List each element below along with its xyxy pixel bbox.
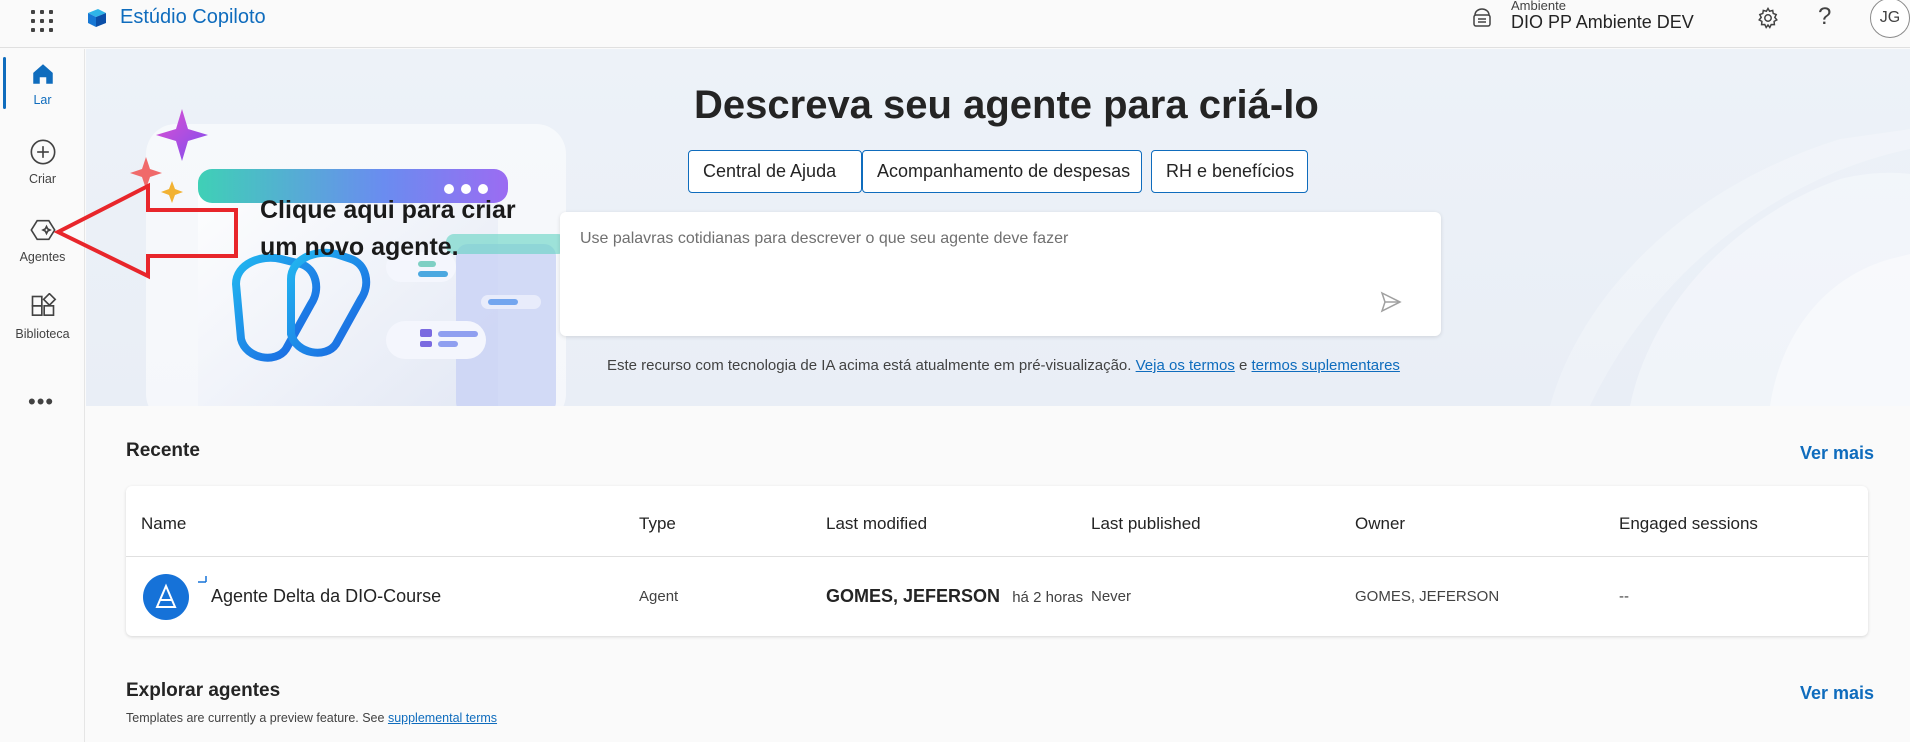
table-header-divider — [126, 556, 1868, 557]
agent-avatar-icon — [143, 574, 189, 620]
explore-section-title: Explorar agentes — [126, 680, 281, 701]
column-header-engaged-sessions[interactable]: Engaged sessions — [1619, 514, 1758, 534]
column-header-type[interactable]: Type — [639, 514, 676, 534]
environment-icon[interactable] — [1470, 6, 1494, 30]
help-icon[interactable]: ? — [1818, 3, 1831, 31]
column-header-last-modified[interactable]: Last modified — [826, 514, 927, 534]
modified-by: GOMES, JEFERSON — [826, 586, 1001, 606]
nav-label-library: Biblioteca — [15, 327, 70, 341]
suggestion-chip-hr-benefits[interactable]: RH e benefícios — [1151, 150, 1308, 193]
and-word: e — [1239, 357, 1248, 374]
supplemental-terms-link[interactable]: termos suplementares — [1252, 357, 1400, 374]
recent-see-more-link[interactable]: Ver mais — [1800, 443, 1874, 464]
explore-see-more-link[interactable]: Ver mais — [1800, 683, 1874, 704]
app-name[interactable]: Estúdio Copiloto — [120, 6, 266, 29]
disclaimer-text: Este recurso com tecnologia de IA acima … — [607, 357, 1132, 374]
explore-subtitle: Templates are currently a preview featur… — [126, 711, 497, 725]
new-badge-icon — [198, 576, 207, 583]
nav-item-home[interactable]: Lar — [0, 61, 85, 131]
agent-name-link[interactable]: Agente Delta da DIO-Course — [211, 586, 441, 607]
copilot-studio-logo — [88, 9, 106, 27]
environment-selector[interactable]: DIO PP Ambiente DEV — [1511, 12, 1694, 33]
column-header-name[interactable]: Name — [141, 514, 186, 534]
annotation-line-2: um novo agente. — [260, 233, 459, 261]
user-avatar[interactable]: JG — [1870, 0, 1910, 38]
view-terms-link[interactable]: Veja os termos — [1136, 357, 1235, 374]
column-header-last-published[interactable]: Last published — [1091, 514, 1201, 534]
left-nav-rail: Lar Criar Agentes Biblioteca ••• — [0, 49, 85, 742]
annotation-arrow-icon — [53, 182, 238, 280]
top-bar: Estúdio Copiloto Ambiente DIO PP Ambient… — [0, 0, 1910, 48]
hero-decoration — [1550, 129, 1910, 406]
owner: GOMES, JEFERSON — [1355, 588, 1500, 605]
settings-gear-icon[interactable] — [1756, 6, 1780, 30]
more-options-icon[interactable]: ••• — [28, 389, 54, 415]
send-icon[interactable] — [1379, 290, 1403, 314]
modified-time: há 2 horas — [1012, 589, 1084, 606]
last-published: Never — [1091, 588, 1132, 605]
annotation-callout-text: Clique aqui para criar um novo agente. — [260, 192, 516, 266]
nav-item-library[interactable]: Biblioteca — [0, 293, 85, 363]
explore-supplemental-terms-link[interactable]: supplemental terms — [388, 711, 497, 725]
recent-agents-table: Name Type Last modified Last published O… — [126, 486, 1868, 636]
nav-label-home: Lar — [33, 93, 52, 107]
app-launcher-icon[interactable] — [28, 6, 54, 32]
ai-preview-disclaimer: Este recurso com tecnologia de IA acima … — [607, 357, 1400, 374]
agent-description-input[interactable]: Use palavras cotidianas para descrever o… — [560, 212, 1441, 336]
suggestion-chip-expense-tracking[interactable]: Acompanhamento de despesas — [862, 150, 1142, 193]
explore-subtitle-text: Templates are currently a preview featur… — [126, 711, 385, 725]
home-icon — [32, 64, 53, 84]
plus-circle-icon — [30, 139, 55, 165]
annotation-line-1: Clique aqui para criar — [260, 196, 516, 224]
column-header-owner[interactable]: Owner — [1355, 514, 1405, 534]
engaged-sessions: -- — [1619, 588, 1629, 605]
suggestion-chip-help-center[interactable]: Central de Ajuda — [688, 150, 862, 193]
library-icon — [31, 293, 56, 316]
recent-section-title: Recente — [126, 440, 200, 461]
prompt-placeholder: Use palavras cotidianas para descrever o… — [580, 230, 1069, 247]
last-modified-cell: GOMES, JEFERSON há 2 horas — [826, 586, 1083, 607]
agent-type: Agent — [639, 588, 679, 605]
